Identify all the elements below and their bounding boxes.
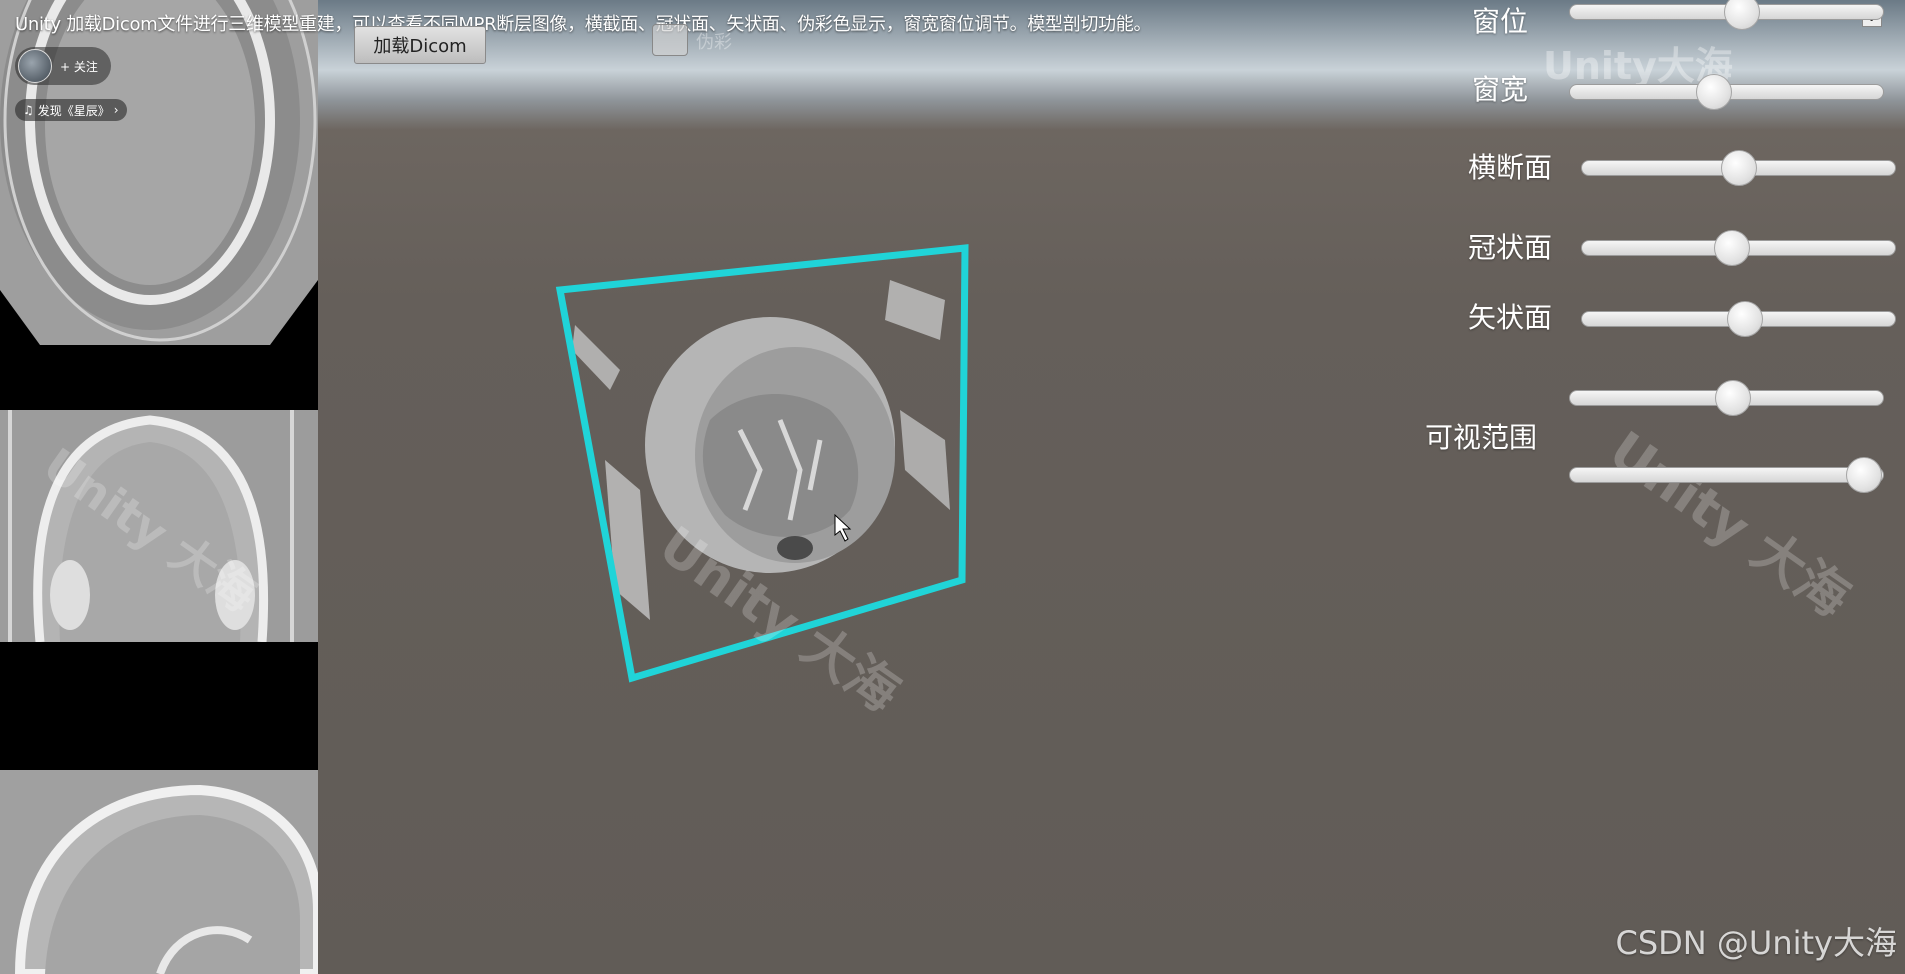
visible-range-label: 可视范围 xyxy=(1425,421,1538,454)
music-label: 发现《星辰》 xyxy=(37,103,110,118)
slider-handle[interactable] xyxy=(1695,74,1732,110)
window-width-slider[interactable] xyxy=(1569,74,1884,110)
coronal-slider[interactable] xyxy=(1581,230,1896,266)
pseudo-color-label: 伪彩 xyxy=(696,32,732,53)
follow-label: + 关注 xyxy=(60,59,98,74)
window-level-slider[interactable] xyxy=(1569,0,1884,30)
pseudo-color-checkbox[interactable] xyxy=(652,24,688,56)
slider-handle[interactable] xyxy=(1846,457,1883,493)
load-dicom-button[interactable]: 加载Dicom xyxy=(354,26,486,64)
video-title: Unity 加载Dicom文件进行三维模型重建，可以查看不同MPR断层图像，横截… xyxy=(15,14,1152,35)
slider-handle[interactable] xyxy=(1720,150,1757,186)
axial-slider[interactable] xyxy=(1581,150,1896,186)
csdn-watermark: CSDN @Unity大海 xyxy=(1615,924,1898,962)
sagittal-slider[interactable] xyxy=(1581,301,1896,337)
coronal-label: 冠状面 xyxy=(1468,231,1553,264)
visible-range-max-slider[interactable] xyxy=(1569,457,1884,493)
slider-handle[interactable] xyxy=(1714,230,1751,266)
slider-handle[interactable] xyxy=(1714,380,1751,416)
music-tag[interactable]: ♫ 发现《星辰》 › xyxy=(15,99,127,121)
sagittal-label: 矢状面 xyxy=(1468,301,1553,334)
avatar[interactable] xyxy=(18,49,52,83)
axial-label: 横断面 xyxy=(1468,151,1553,184)
chevron-right-icon: › xyxy=(113,103,119,117)
window-width-label: 窗宽 xyxy=(1472,73,1529,106)
window-level-label: 窗位 xyxy=(1472,5,1529,38)
visible-range-min-slider[interactable] xyxy=(1569,380,1884,416)
music-note-icon: ♫ xyxy=(23,103,34,117)
scene-viewport[interactable]: Unity大海 Unity 大海 Unity 大海 Unity 大海 Unity… xyxy=(0,0,1905,974)
follow-button[interactable]: + 关注 xyxy=(15,47,111,85)
slider-handle[interactable] xyxy=(1726,301,1763,337)
